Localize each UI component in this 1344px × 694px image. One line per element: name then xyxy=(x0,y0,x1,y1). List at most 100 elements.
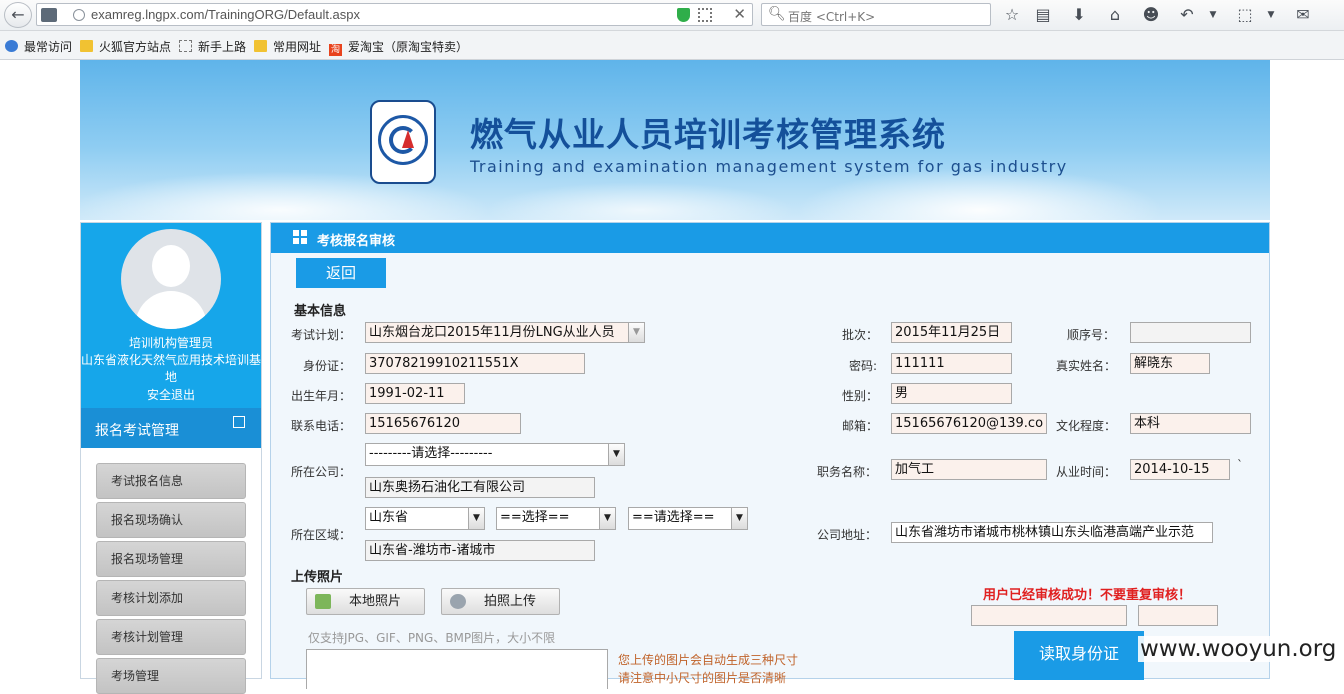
banner-subtitle: Training and examination management syst… xyxy=(470,157,1068,176)
bookmark-getting-started[interactable]: 新手上路 xyxy=(179,38,246,55)
batch-field[interactable]: 2015年11月25日 xyxy=(891,322,1012,343)
extra-field-2[interactable] xyxy=(1138,605,1218,626)
taobao-icon: 淘 xyxy=(329,44,342,56)
crop-icon[interactable]: ⬚ xyxy=(1234,4,1256,26)
batch-label: 批次： xyxy=(842,328,879,342)
seq-field[interactable] xyxy=(1130,322,1251,343)
city-value: ==选择== xyxy=(500,510,570,525)
panel-header: 考核报名审核 xyxy=(271,223,1269,253)
chevron-down-icon[interactable]: ▼ xyxy=(468,508,484,529)
city-select[interactable]: ==选择== ▼ xyxy=(496,507,616,530)
camera-upload-label: 拍照上传 xyxy=(484,594,537,609)
back-button[interactable]: 返回 xyxy=(296,258,386,288)
camera-upload-button[interactable]: 拍照上传 xyxy=(441,588,560,615)
chevron-down-icon[interactable]: ▼ xyxy=(731,508,747,529)
company-field[interactable]: 山东奥扬石油化工有限公司 xyxy=(365,477,595,498)
bookmark-common-sites[interactable]: 常用网址 xyxy=(254,38,321,55)
tab-groups-icon[interactable] xyxy=(41,8,57,22)
province-select[interactable]: 山东省 ▼ xyxy=(365,507,485,530)
shield-icon[interactable] xyxy=(677,8,690,22)
url-text[interactable]: examreg.lngpx.com/TrainingORG/Default.as… xyxy=(91,7,360,22)
search-bar[interactable]: 🔍︎ 百度 <Ctrl+K> xyxy=(761,3,991,26)
download-icon[interactable]: ⬇ xyxy=(1068,4,1090,26)
sidebar-item-onsite-confirm[interactable]: 报名现场确认 xyxy=(96,502,246,538)
menu-header[interactable]: 报名考试管理 xyxy=(81,408,261,448)
seq-label: 顺序号： xyxy=(1067,328,1116,342)
upload-hint: 仅支持JPG、GIF、PNG、BMP图片，大小不限 xyxy=(308,631,556,645)
plan-value: 山东烟台龙口2015年11月份LNG从业人员 xyxy=(369,325,615,340)
region-field[interactable]: 山东省-潍坊市-诸城市 xyxy=(365,540,595,561)
sidebar-item-plan-add[interactable]: 考核计划添加 xyxy=(96,580,246,616)
avatar xyxy=(121,229,221,329)
sidebar-item-exam-registration[interactable]: 考试报名信息 xyxy=(96,463,246,499)
close-icon[interactable]: ✕ xyxy=(733,5,746,23)
bookmark-label: 常用网址 xyxy=(273,40,322,54)
basic-info-heading: 基本信息 xyxy=(294,304,347,319)
birth-field[interactable]: 1991-02-11 xyxy=(365,383,465,404)
association-logo-icon xyxy=(370,100,436,184)
address-bar[interactable]: examreg.lngpx.com/TrainingORG/Default.as… xyxy=(36,3,753,26)
panel-title: 考核报名审核 xyxy=(317,234,396,249)
star-icon[interactable]: ☆ xyxy=(1001,4,1023,26)
bookmark-label: 新手上路 xyxy=(198,40,247,54)
bookmark-label: 爱淘宝（原淘宝特卖） xyxy=(348,40,469,54)
review-status-message: 用户已经审核成功！不要重复审核！ xyxy=(983,588,1192,603)
company-select[interactable]: ---------请选择--------- ▼ xyxy=(365,443,625,466)
chevron-down-icon[interactable]: ▼ xyxy=(599,508,615,529)
back-arrow-icon[interactable]: ← xyxy=(4,2,32,28)
phone-label: 联系电话： xyxy=(291,419,352,433)
password-field[interactable]: 111111 xyxy=(891,353,1012,374)
id-card-field[interactable]: 37078219910211551X xyxy=(365,353,585,374)
job-field[interactable]: 加气工 xyxy=(891,459,1047,480)
folder-icon xyxy=(254,40,267,52)
company-select-value: ---------请选择--------- xyxy=(369,446,493,461)
local-photo-button[interactable]: 本地照片 xyxy=(306,588,425,615)
search-icon: 🔍︎ xyxy=(768,6,786,22)
browser-toolbar: ← examreg.lngpx.com/TrainingORG/Default.… xyxy=(0,0,1344,31)
phone-field[interactable]: 15165676120 xyxy=(365,413,521,434)
qr-code-icon[interactable] xyxy=(698,8,712,22)
user-role: 培训机构管理员 xyxy=(128,336,213,350)
chevron-down-icon[interactable]: ▼ xyxy=(608,444,624,465)
home-icon[interactable]: ⌂ xyxy=(1104,4,1126,26)
user-profile: 培训机构管理员 山东省液化天然气应用技术培训基地 安全退出 xyxy=(81,223,261,408)
reading-list-icon[interactable]: ▤ xyxy=(1032,4,1054,26)
bookmarks-bar: 最常访问 火狐官方站点 新手上路 常用网址 淘爱淘宝（原淘宝特卖） xyxy=(0,31,1344,60)
region-label: 所在区域： xyxy=(291,528,352,542)
grid-icon xyxy=(293,230,308,245)
bookmark-aitaobao[interactable]: 淘爱淘宝（原淘宝特卖） xyxy=(329,38,468,56)
plan-select[interactable]: 山东烟台龙口2015年11月份LNG从业人员 ▼ xyxy=(365,322,645,343)
read-id-card-button[interactable]: 读取身份证 xyxy=(1014,631,1144,680)
watermark: www.wooyun.org xyxy=(1138,636,1339,662)
chat-icon[interactable]: ☻ xyxy=(1140,4,1162,26)
folder-icon xyxy=(80,40,93,52)
banner: 燃气从业人员培训考核管理系统 Training and examination … xyxy=(80,60,1270,220)
work-since-field[interactable]: 2014-10-15 xyxy=(1130,459,1230,480)
chevron-down-icon[interactable]: ▼ xyxy=(628,323,644,342)
menu-title: 报名考试管理 xyxy=(95,423,179,439)
sidebar-item-plan-manage[interactable]: 考核计划管理 xyxy=(96,619,246,655)
address-field[interactable]: 山东省潍坊市诸城市桃林镇山东头临港高端产业示范 xyxy=(891,522,1213,543)
bookmark-label: 最常访问 xyxy=(24,40,73,54)
undo-icon[interactable]: ↶ xyxy=(1176,4,1198,26)
extra-field-1[interactable] xyxy=(971,605,1127,626)
search-placeholder[interactable]: 百度 <Ctrl+K> xyxy=(788,8,875,25)
bookmark-firefox-site[interactable]: 火狐官方站点 xyxy=(80,38,171,55)
education-field[interactable]: 本科 xyxy=(1130,413,1251,434)
globe-icon xyxy=(73,9,85,21)
photo-preview xyxy=(306,649,608,689)
bookmark-most-visited[interactable]: 最常访问 xyxy=(5,38,72,55)
sidebar-item-onsite-manage[interactable]: 报名现场管理 xyxy=(96,541,246,577)
sidebar-item-exam-room[interactable]: 考场管理 xyxy=(96,658,246,694)
collapse-icon[interactable] xyxy=(233,416,245,428)
email-field[interactable]: 15165676120@139.co xyxy=(891,413,1047,434)
logout-link[interactable]: 安全退出 xyxy=(81,386,261,403)
banner-title: 燃气从业人员培训考核管理系统 xyxy=(470,115,946,154)
real-name-field[interactable]: 解晓东 xyxy=(1130,353,1210,374)
district-select[interactable]: ==请选择== ▼ xyxy=(628,507,748,530)
upload-heading: 上传照片 xyxy=(291,570,344,585)
gender-field[interactable]: 男 xyxy=(891,383,1012,404)
chevron-down-icon[interactable]: ▼ xyxy=(1260,4,1282,26)
message-icon[interactable]: ✉ xyxy=(1292,4,1314,26)
chevron-down-icon[interactable]: ▼ xyxy=(1202,4,1224,26)
